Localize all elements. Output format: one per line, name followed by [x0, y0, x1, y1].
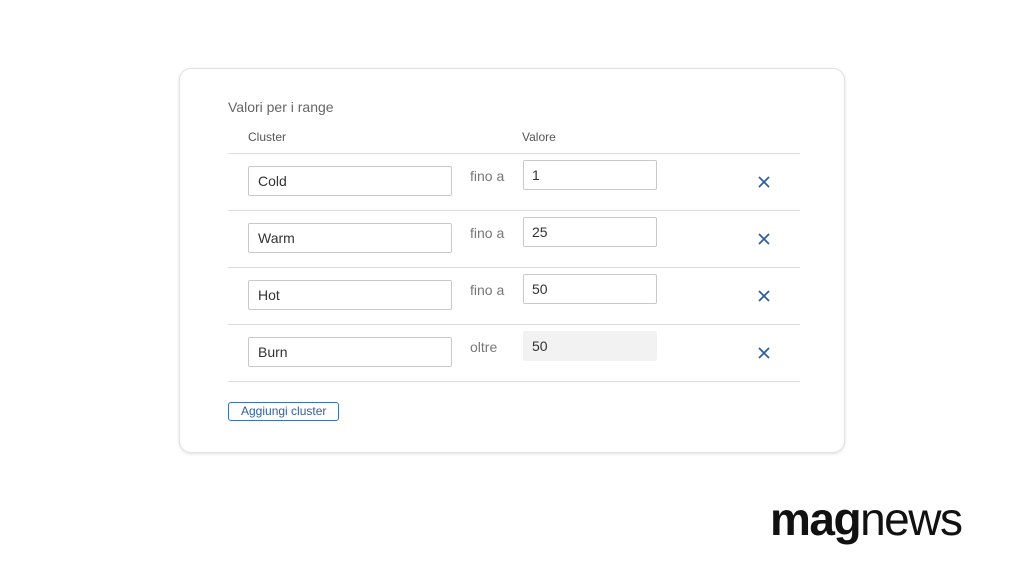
panel-title: Valori per i range — [228, 99, 334, 115]
column-header-cluster: Cluster — [248, 130, 287, 144]
range-values-panel: Valori per i range Cluster Valore fino a… — [179, 68, 845, 453]
magnews-logo: magnews — [770, 493, 963, 545]
close-icon — [758, 290, 770, 302]
close-icon — [758, 347, 770, 359]
logo-text-bold: mag — [770, 493, 862, 545]
range-value-input[interactable] — [523, 160, 657, 190]
operator-label: fino a — [470, 168, 505, 184]
page: Valori per i range Cluster Valore fino a… — [0, 0, 1024, 576]
range-table: fino a fino a — [228, 153, 800, 382]
range-row: fino a — [228, 154, 800, 211]
close-icon — [758, 233, 770, 245]
operator-label: fino a — [470, 282, 505, 298]
cluster-name-input[interactable] — [248, 280, 452, 310]
range-row: fino a — [228, 211, 800, 268]
column-header-value: Valore — [522, 130, 556, 144]
operator-label: fino a — [470, 225, 505, 241]
operator-label: oltre — [470, 339, 498, 355]
remove-row-button[interactable] — [755, 230, 773, 248]
close-icon — [758, 176, 770, 188]
range-value-input[interactable] — [523, 274, 657, 304]
cluster-name-input[interactable] — [248, 166, 452, 196]
range-value-input[interactable] — [523, 217, 657, 247]
remove-row-button[interactable] — [755, 287, 773, 305]
range-value-readonly — [523, 331, 657, 361]
cluster-name-input[interactable] — [248, 337, 452, 367]
range-row: oltre — [228, 325, 800, 382]
range-row: fino a — [228, 268, 800, 325]
logo-text-light: news — [860, 493, 963, 545]
add-cluster-button[interactable]: Aggiungi cluster — [228, 402, 340, 421]
remove-row-button[interactable] — [755, 173, 773, 191]
cluster-name-input[interactable] — [248, 223, 452, 253]
remove-row-button[interactable] — [755, 344, 773, 362]
